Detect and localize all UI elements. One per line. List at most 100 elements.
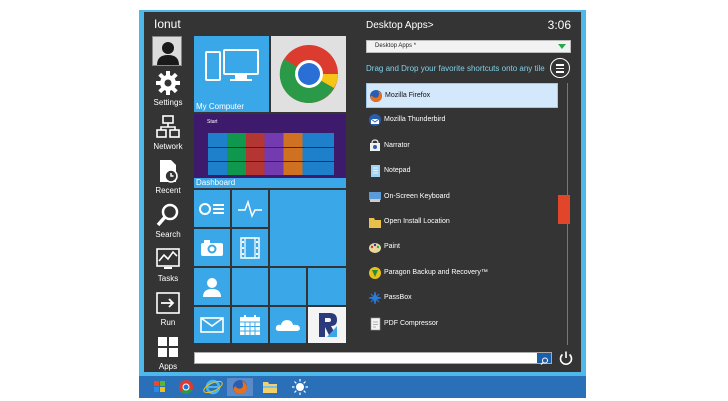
chrome-icon — [179, 380, 193, 395]
firefox-icon — [233, 380, 247, 394]
list-item-paragon[interactable]: Paragon Backup and Recovery™ — [366, 261, 558, 286]
thunderbird-icon — [369, 114, 381, 127]
category-dropdown[interactable]: Desktop Apps * — [366, 40, 571, 53]
section-title[interactable]: Desktop Apps> — [366, 20, 434, 31]
tile-dashboard-label: Dashboard — [196, 178, 236, 187]
rail-recent-label: Recent — [155, 186, 181, 195]
search-button[interactable] — [537, 353, 551, 365]
user-name: Ionut — [154, 17, 181, 31]
taskbar-chrome[interactable] — [173, 378, 199, 396]
tile-video[interactable] — [232, 229, 268, 266]
passbox-icon — [368, 292, 382, 305]
taskbar — [139, 376, 586, 398]
list-item-thunderbird[interactable]: Mozilla Thunderbird — [366, 108, 558, 133]
windows-icon — [154, 381, 165, 392]
gear-icon — [156, 71, 180, 95]
network-icon — [156, 115, 180, 138]
tile-people[interactable] — [194, 268, 230, 305]
tile-dashboard[interactable]: Start Dashboard — [194, 114, 346, 188]
ie-icon — [203, 379, 223, 395]
narrator-icon — [370, 139, 380, 151]
tasks-icon — [156, 248, 180, 269]
rail-recent[interactable]: Recent — [144, 158, 192, 195]
category-dropdown-value: Desktop Apps * — [375, 43, 417, 49]
rail-settings[interactable]: Settings — [144, 70, 192, 107]
start-menu: Ionut Settings Network Recent Search Tas… — [144, 12, 581, 372]
list-item-paint[interactable]: Paint — [366, 235, 558, 260]
camera-icon — [201, 239, 223, 256]
search-input[interactable] — [194, 352, 552, 365]
drag-hint: Drag and Drop your favorite shortcuts on… — [366, 64, 545, 73]
list-item-notepad[interactable]: Notepad — [366, 159, 558, 184]
recent-icon — [160, 160, 178, 183]
taskbar-explorer[interactable] — [257, 378, 283, 396]
tile-blank-large[interactable] — [270, 190, 346, 266]
taskbar-start-button[interactable] — [147, 378, 173, 396]
rail-run-label: Run — [160, 318, 176, 327]
list-menu-button[interactable] — [550, 58, 570, 78]
rail-search[interactable]: Search — [144, 202, 192, 239]
calendar-icon — [240, 315, 260, 335]
sun-icon — [292, 379, 308, 395]
dashboard-start-label: Start — [207, 119, 218, 125]
cloud-icon — [275, 320, 300, 331]
tile-my-computer-label: My Computer — [196, 102, 245, 111]
tile-monitor[interactable] — [232, 190, 268, 227]
list-item-passbox[interactable]: PassBox — [366, 286, 558, 311]
tile-blank-1[interactable] — [232, 268, 268, 305]
taskbar-ie[interactable] — [200, 378, 226, 396]
tile-calendar[interactable] — [232, 307, 268, 343]
list-item-install-location[interactable]: Open Install Location — [366, 210, 558, 235]
tile-blank-3[interactable] — [308, 268, 346, 305]
tile-my-computer[interactable]: My Computer — [194, 36, 269, 112]
firefox-icon — [370, 90, 382, 102]
rail-tasks-label: Tasks — [157, 274, 179, 283]
tile-onedrive[interactable] — [270, 307, 306, 343]
tile-mail[interactable] — [194, 307, 230, 343]
person-icon — [203, 277, 221, 297]
film-icon — [240, 236, 260, 259]
taskbar-app[interactable] — [287, 378, 313, 396]
avatar[interactable] — [152, 36, 182, 66]
chart-icon — [199, 202, 224, 215]
chevron-down-icon — [558, 44, 566, 49]
computer-icon — [204, 49, 259, 82]
rail-tasks[interactable]: Tasks — [144, 246, 192, 283]
keyboard-icon — [369, 191, 381, 202]
rail-apps[interactable]: Apps — [144, 334, 192, 371]
folder-icon — [369, 217, 381, 228]
chrome-icon — [279, 45, 338, 103]
rail-search-label: Search — [155, 230, 181, 239]
folder-icon — [263, 382, 277, 393]
pulse-icon — [238, 199, 262, 218]
tile-blank-2[interactable] — [270, 268, 306, 305]
tile-reader[interactable] — [308, 307, 346, 343]
reader-icon — [319, 313, 337, 337]
rail-settings-label: Settings — [153, 98, 183, 107]
rail-apps-label: Apps — [158, 362, 178, 371]
list-item-pdf-compressor[interactable]: PDF Compressor — [366, 312, 558, 337]
power-icon[interactable] — [558, 350, 574, 366]
user-icon — [157, 42, 179, 65]
list-item-firefox[interactable]: Mozilla Firefox — [366, 83, 558, 109]
pdf-icon — [370, 317, 381, 330]
rail-network-label: Network — [153, 142, 183, 151]
mail-icon — [200, 317, 224, 333]
tile-camera[interactable] — [194, 229, 230, 266]
dashboard-start-tiles — [208, 133, 334, 175]
clock: 3:06 — [547, 18, 571, 32]
search-icon — [156, 203, 179, 227]
rail-network[interactable]: Network — [144, 114, 192, 151]
list-item-keyboard[interactable]: On-Screen Keyboard — [366, 185, 558, 210]
tile-chrome[interactable] — [271, 36, 346, 112]
tile-performance[interactable] — [194, 190, 230, 227]
list-item-narrator[interactable]: Narrator — [366, 134, 558, 159]
rail-run[interactable]: Run — [144, 290, 192, 327]
paragon-icon — [369, 266, 381, 279]
notepad-icon — [371, 165, 380, 178]
run-icon — [156, 292, 180, 314]
app-list: Mozilla Firefox Mozilla Thunderbird Narr… — [366, 83, 558, 337]
scrollbar-thumb[interactable] — [558, 195, 570, 224]
dashboard-preview: Start — [194, 114, 346, 178]
taskbar-firefox[interactable] — [227, 378, 253, 396]
